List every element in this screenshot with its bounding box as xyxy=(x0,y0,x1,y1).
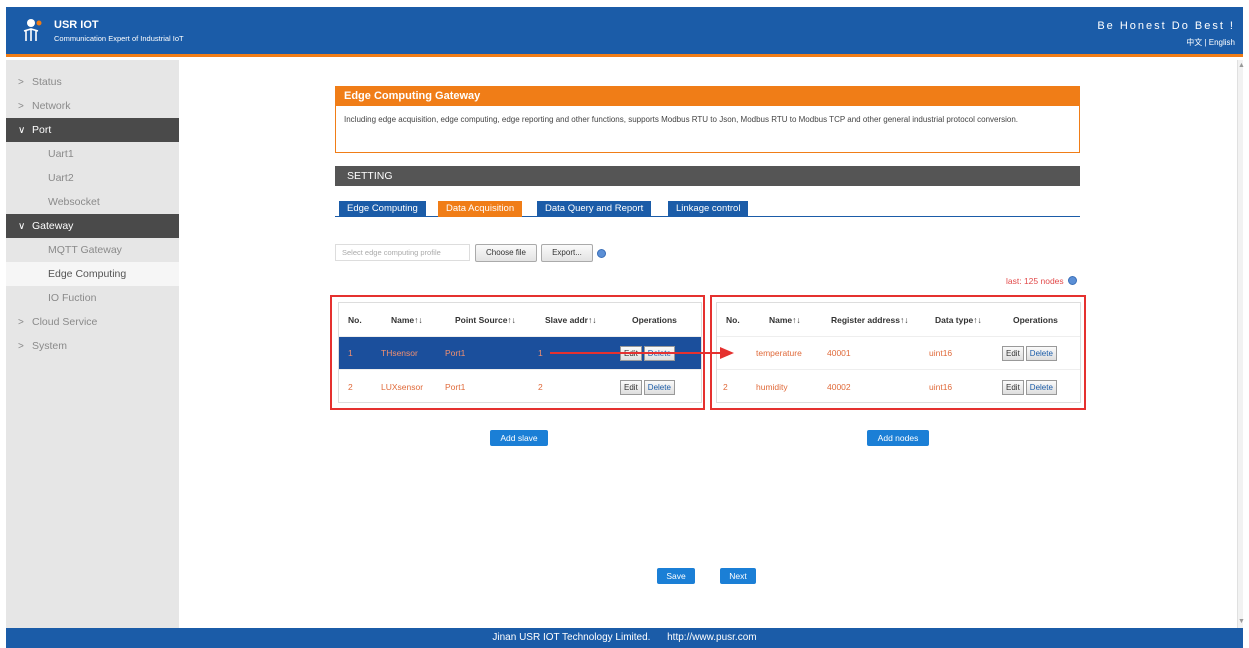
sidebar-item-label: Status xyxy=(32,76,62,88)
column-header-data-type[interactable]: Data type↑↓ xyxy=(935,303,982,336)
table-row[interactable]: 1 temperature 40001 uint16 Edit Delete xyxy=(717,336,1080,369)
footer: Jinan USR IOT Technology Limited. http:/… xyxy=(6,628,1243,648)
cell-no: 1 xyxy=(348,348,353,358)
chevron-down-icon: ∨ xyxy=(18,221,26,232)
cell-name: LUXsensor xyxy=(381,382,424,392)
scroll-up-icon[interactable]: ▲ xyxy=(1238,62,1245,69)
table-row[interactable]: 2 humidity 40002 uint16 Edit Delete xyxy=(717,369,1080,404)
sidebar-item-label: System xyxy=(32,340,68,352)
usr-logo-icon xyxy=(23,19,42,41)
chevron-right-icon: > xyxy=(18,101,24,112)
table-header: No. Name↑↓ Register address↑↓ Data type↑… xyxy=(717,303,1080,336)
tab-data-acquisition[interactable]: Data Acquisition xyxy=(438,201,523,217)
vertical-scrollbar[interactable] xyxy=(1237,60,1243,628)
brand-tagline: Communication Expert of Industrial IoT xyxy=(54,34,184,43)
footer-company: Jinan USR IOT Technology Limited. xyxy=(492,632,651,643)
choose-file-button[interactable]: Choose file xyxy=(475,244,537,262)
scroll-down-icon[interactable]: ▼ xyxy=(1238,618,1245,625)
cell-point-source: Port1 xyxy=(445,382,466,392)
intro-text: Including edge acquisition, edge computi… xyxy=(344,115,1019,124)
sidebar-item-label: Cloud Service xyxy=(32,316,98,328)
column-header-point-source[interactable]: Point Source↑↓ xyxy=(455,303,516,336)
edit-button[interactable]: Edit xyxy=(620,379,642,395)
sidebar-item-mqtt-gateway[interactable]: MQTT Gateway xyxy=(6,238,179,262)
cell-register-address: 40001 xyxy=(827,348,851,358)
motto-text: Be Honest Do Best ! xyxy=(1097,20,1235,32)
table-row[interactable]: 2 LUXsensor Port1 2 Edit Delete xyxy=(339,369,701,404)
setting-header: SETTING xyxy=(335,166,1080,186)
sidebar-item-uart2[interactable]: Uart2 xyxy=(6,166,179,190)
add-nodes-button[interactable]: Add nodes xyxy=(867,430,929,446)
sidebar-item-edge-computing[interactable]: Edge Computing xyxy=(6,262,179,286)
sidebar-item-gateway[interactable]: ∨ Gateway xyxy=(6,214,179,238)
brand-name: USR IOT xyxy=(54,19,99,31)
cell-no: 2 xyxy=(348,382,353,392)
column-header-name[interactable]: Name↑↓ xyxy=(391,303,423,336)
sidebar-item-network[interactable]: > Network xyxy=(6,94,179,118)
sidebar-item-uart1[interactable]: Uart1 xyxy=(6,142,179,166)
intro-title: Edge Computing Gateway xyxy=(336,87,1079,106)
top-header: USR IOT Communication Expert of Industri… xyxy=(6,7,1243,57)
sidebar-item-port[interactable]: ∨ Port xyxy=(6,118,179,142)
edit-button[interactable]: Edit xyxy=(1002,379,1024,395)
column-header-slave-addr[interactable]: Slave addr↑↓ xyxy=(545,303,597,336)
sidebar-item-status[interactable]: > Status xyxy=(6,70,179,94)
cell-slave-addr: 1 xyxy=(538,348,543,358)
sidebar-item-websocket[interactable]: Websocket xyxy=(6,190,179,214)
chevron-right-icon: > xyxy=(18,77,24,88)
cell-data-type: uint16 xyxy=(929,348,953,358)
sidebar-item-system[interactable]: > System xyxy=(6,334,179,358)
delete-button[interactable]: Delete xyxy=(643,379,675,395)
tab-bar: Edge Computing Data Acquisition Data Que… xyxy=(335,201,1080,217)
cell-slave-addr: 2 xyxy=(538,382,543,392)
column-header-operations: Operations xyxy=(632,314,677,325)
help-icon[interactable] xyxy=(597,249,606,258)
edit-button[interactable]: Edit xyxy=(1002,345,1024,361)
page: USR IOT Communication Expert of Industri… xyxy=(0,0,1249,648)
sidebar-item-label: Port xyxy=(32,124,52,136)
cell-no: 2 xyxy=(723,382,728,392)
sidebar-item-label: Network xyxy=(32,100,71,112)
cell-name: temperature xyxy=(756,348,802,358)
chevron-right-icon: > xyxy=(18,317,24,328)
save-button[interactable]: Save xyxy=(657,568,695,584)
sidebar-item-cloud-service[interactable]: > Cloud Service xyxy=(6,310,179,334)
column-header-operations: Operations xyxy=(1013,314,1058,325)
profile-select-input[interactable]: Select edge computing profile xyxy=(335,244,470,261)
cell-data-type: uint16 xyxy=(929,382,953,392)
info-icon[interactable] xyxy=(1068,276,1077,285)
column-header-no[interactable]: No. xyxy=(726,303,740,336)
relation-arrow-icon xyxy=(550,347,734,359)
cell-point-source: Port1 xyxy=(445,348,466,358)
column-header-name[interactable]: Name↑↓ xyxy=(769,303,801,336)
tab-linkage-control[interactable]: Linkage control xyxy=(668,201,749,217)
node-table: No. Name↑↓ Register address↑↓ Data type↑… xyxy=(716,302,1081,403)
column-header-register-address[interactable]: Register address↑↓ xyxy=(831,303,908,336)
delete-button[interactable]: Delete xyxy=(1025,345,1057,361)
main-content: Edge Computing Gateway Including edge ac… xyxy=(179,60,1237,628)
footer-url[interactable]: http://www.pusr.com xyxy=(667,632,756,643)
cell-register-address: 40002 xyxy=(827,382,851,392)
sidebar: > Status > Network ∨ Port Uart1 Uart2 Webso… xyxy=(6,60,179,628)
tab-edge-computing[interactable]: Edge Computing xyxy=(339,201,426,217)
sidebar-item-label: Gateway xyxy=(32,220,74,232)
language-switch[interactable]: 中文 | English xyxy=(1186,37,1235,48)
cell-name: humidity xyxy=(756,382,788,392)
chevron-right-icon: > xyxy=(18,341,24,352)
next-button[interactable]: Next xyxy=(720,568,756,584)
column-header-no[interactable]: No. xyxy=(348,303,362,336)
tab-data-query-and-report[interactable]: Data Query and Report xyxy=(537,201,652,217)
sidebar-item-io-fuction[interactable]: IO Fuction xyxy=(6,286,179,310)
cell-name: THsensor xyxy=(381,348,418,358)
export-button[interactable]: Export... xyxy=(541,244,593,262)
delete-button[interactable]: Delete xyxy=(1025,379,1057,395)
intro-panel: Edge Computing Gateway Including edge ac… xyxy=(335,86,1080,153)
chevron-down-icon: ∨ xyxy=(18,125,26,136)
add-slave-button[interactable]: Add slave xyxy=(490,430,548,446)
table-header: No. Name↑↓ Point Source↑↓ Slave addr↑↓ O… xyxy=(339,303,701,336)
last-nodes-count: last: 125 nodes xyxy=(1006,276,1064,286)
